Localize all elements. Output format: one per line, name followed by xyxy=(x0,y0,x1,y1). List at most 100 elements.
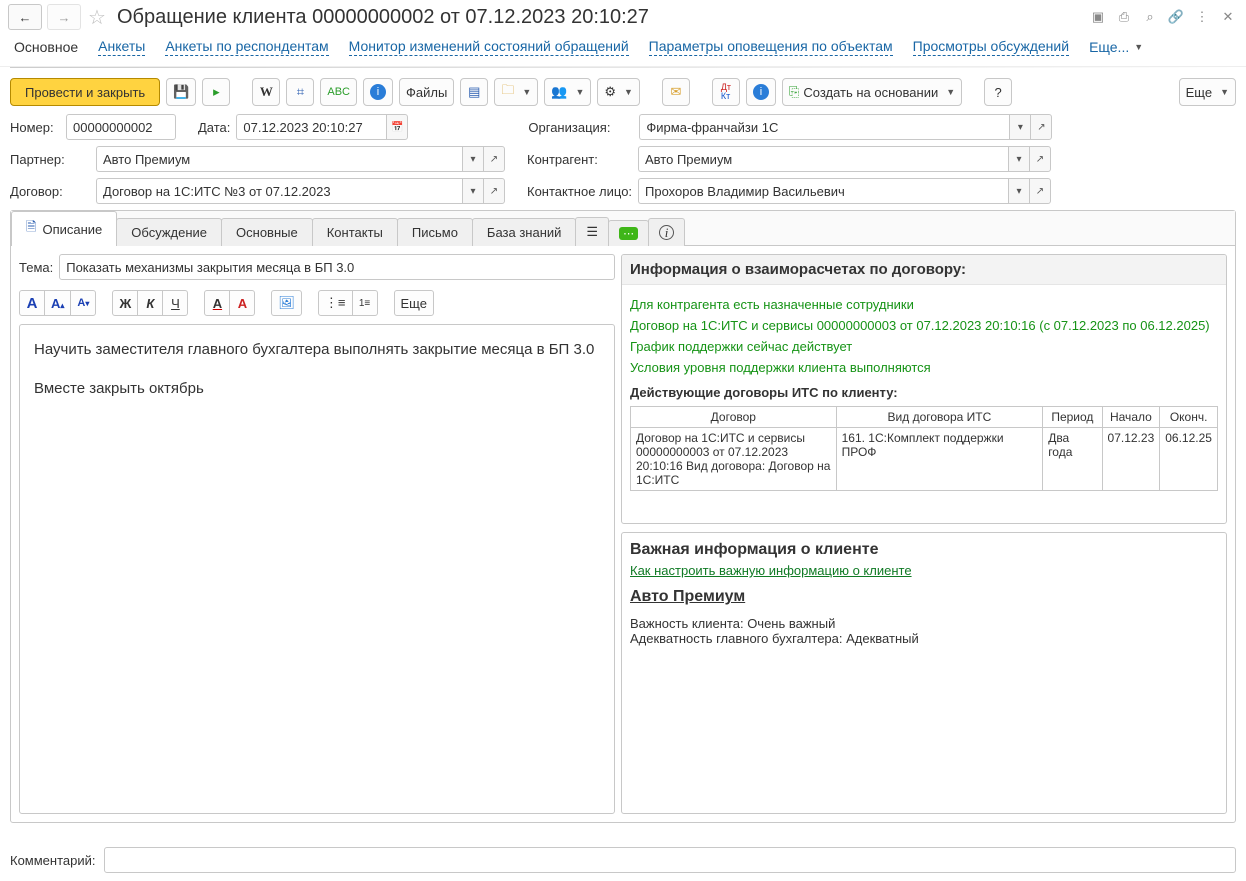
post-button[interactable]: ▸ xyxy=(202,78,230,106)
command-toolbar: Провести и закрыть 💾 ▸ W ⌗ ABC i Файлы ▤… xyxy=(0,74,1246,114)
save-button[interactable]: 💾 xyxy=(166,78,196,106)
chevron-down-icon[interactable]: ▾ xyxy=(462,178,484,204)
client-name[interactable]: Авто Премиум xyxy=(630,588,1218,606)
mail-button[interactable]: ✉ xyxy=(662,78,690,106)
chat-bubble-icon: ⋯ xyxy=(619,227,638,240)
font-color-button[interactable]: А xyxy=(19,290,45,316)
nav-more-button[interactable]: Еще... xyxy=(1089,39,1143,55)
td-end: 06.12.25 xyxy=(1160,428,1218,491)
spellcheck-button[interactable]: ABC xyxy=(320,78,357,106)
nav-link-state-monitor[interactable]: Монитор изменений состояний обращений xyxy=(349,38,629,56)
partner-select[interactable]: Авто Премиум ▾↗ xyxy=(96,146,505,172)
kebab-menu-icon[interactable]: ⋮ xyxy=(1192,7,1212,27)
editor-more-button[interactable]: Еще xyxy=(394,290,434,316)
settlements-subtitle: Действующие договоры ИТС по клиенту: xyxy=(630,385,1218,400)
nav-link-surveys-respondents[interactable]: Анкеты по респондентам xyxy=(165,38,328,56)
font-smaller-button[interactable]: А▾ xyxy=(70,290,96,316)
wiki-button[interactable]: W xyxy=(252,78,280,106)
gear-dropdown-button[interactable]: ⚙ xyxy=(597,78,640,106)
letter-a-up-icon: А▴ xyxy=(51,296,64,311)
tab-knowledge-base[interactable]: База знаний xyxy=(472,218,577,246)
tab-list-icon[interactable]: ☰ xyxy=(575,217,609,246)
nav-link-discussion-views[interactable]: Просмотры обсуждений xyxy=(913,38,1069,56)
bold-button[interactable]: Ж xyxy=(112,290,138,316)
bulleted-list-button[interactable]: ⋮≡ xyxy=(318,290,353,316)
tab-info-icon[interactable]: i xyxy=(648,218,685,246)
post-icon: ▸ xyxy=(213,84,220,100)
comment-input[interactable] xyxy=(104,847,1237,873)
list-icon-button[interactable]: ▤ xyxy=(460,78,488,106)
arrow-right-icon: → xyxy=(58,10,71,25)
calendar-icon[interactable]: 📅 xyxy=(386,114,408,140)
toolbar-more-button[interactable]: Еще xyxy=(1179,78,1236,106)
open-icon[interactable]: ↗ xyxy=(483,178,505,204)
tab-main[interactable]: Основные xyxy=(221,218,313,246)
nav-main[interactable]: Основное xyxy=(14,39,78,55)
tab-letter[interactable]: Письмо xyxy=(397,218,473,246)
open-icon[interactable]: ↗ xyxy=(1029,178,1051,204)
tab-description[interactable]: 🗎Описание xyxy=(11,211,117,246)
chevron-down-icon[interactable]: ▾ xyxy=(1009,114,1031,140)
italic-button[interactable]: К xyxy=(137,290,163,316)
structure-button[interactable]: ⌗ xyxy=(286,78,314,106)
chevron-down-icon[interactable]: ▾ xyxy=(1008,178,1030,204)
create-based-on-button[interactable]: ⎘Создать на основании xyxy=(782,78,962,106)
open-icon[interactable]: ↗ xyxy=(483,146,505,172)
folder-dropdown-button[interactable]: 🗀 xyxy=(494,78,538,106)
tab-label: Описание xyxy=(42,222,102,237)
create-based-icon: ⎘ xyxy=(789,84,799,100)
window-title: Обращение клиента 00000000002 от 07.12.2… xyxy=(117,6,649,29)
description-column: Тема: Показать механизмы закрытия месяца… xyxy=(19,254,615,814)
org-select[interactable]: Фирма-франчайзи 1С ▾↗ xyxy=(639,114,1052,140)
underline-button[interactable]: Ч xyxy=(162,290,188,316)
help-button[interactable]: ? xyxy=(984,78,1012,106)
th-start: Начало xyxy=(1102,407,1160,428)
th-end: Оконч. xyxy=(1160,407,1218,428)
nav-back-button[interactable]: ← xyxy=(8,4,42,30)
info-blue-button[interactable]: i xyxy=(363,78,393,106)
main-tabs: 🗎Описание Обсуждение Основные Контакты П… xyxy=(10,210,1236,823)
chevron-down-icon[interactable]: ▾ xyxy=(462,146,484,172)
font-larger-button[interactable]: А▴ xyxy=(44,290,71,316)
insert-image-button[interactable]: 🖼 xyxy=(271,290,302,316)
dtkt-button[interactable]: ДтКт xyxy=(712,78,740,106)
close-icon[interactable]: ✕ xyxy=(1218,7,1238,27)
save-icon[interactable]: ▣ xyxy=(1088,7,1108,27)
info-blue-button-2[interactable]: i xyxy=(746,78,776,106)
date-input[interactable]: 07.12.2023 20:10:27 📅 xyxy=(236,114,408,140)
search-page-icon[interactable]: ⌕ xyxy=(1140,7,1160,27)
question-icon: ? xyxy=(995,85,1002,100)
nav-link-surveys[interactable]: Анкеты xyxy=(98,38,145,56)
settlements-title: Информация о взаиморасчетах по договору: xyxy=(622,255,1226,285)
topic-input[interactable]: Показать механизмы закрытия месяца в БП … xyxy=(59,254,615,280)
info-column: Информация о взаиморасчетах по договору:… xyxy=(621,254,1227,814)
post-and-close-button[interactable]: Провести и закрыть xyxy=(10,78,160,106)
tab-contacts[interactable]: Контакты xyxy=(312,218,398,246)
numbered-list-button[interactable]: 1≡ xyxy=(352,290,378,316)
text-color-button[interactable]: А xyxy=(204,290,230,316)
open-icon[interactable]: ↗ xyxy=(1029,146,1051,172)
divider xyxy=(10,67,1236,68)
table-row[interactable]: Договор на 1С:ИТС и сервисы 00000000003 … xyxy=(631,428,1218,491)
link-icon[interactable]: 🔗 xyxy=(1166,7,1186,27)
contact-select[interactable]: Прохоров Владимир Васильевич ▾↗ xyxy=(638,178,1051,204)
client-info-config-link[interactable]: Как настроить важную информацию о клиент… xyxy=(630,563,912,578)
nav-link-notify-params[interactable]: Параметры оповещения по объектам xyxy=(649,38,893,56)
contract-select[interactable]: Договор на 1С:ИТС №3 от 07.12.2023 ▾↗ xyxy=(96,178,505,204)
open-icon[interactable]: ↗ xyxy=(1030,114,1052,140)
highlight-button[interactable]: А xyxy=(229,290,255,316)
star-icon[interactable]: ☆ xyxy=(87,7,107,27)
tab-chat-icon[interactable]: ⋯ xyxy=(608,220,649,246)
number-input[interactable]: 00000000002 xyxy=(66,114,176,140)
text-color-icon: А xyxy=(213,296,222,311)
files-button[interactable]: Файлы xyxy=(399,78,454,106)
editor-content[interactable]: Научить заместителя главного бухгалтера … xyxy=(19,324,615,814)
users-dropdown-button[interactable]: 👥 xyxy=(544,78,591,106)
nav-forward-button[interactable]: → xyxy=(47,4,81,30)
contact-value: Прохоров Владимир Васильевич xyxy=(638,178,1008,204)
counterparty-select[interactable]: Авто Премиум ▾↗ xyxy=(638,146,1051,172)
print-icon[interactable]: ⎙ xyxy=(1114,7,1134,27)
client-info-line-1: Важность клиента: Очень важный xyxy=(630,616,1218,631)
chevron-down-icon[interactable]: ▾ xyxy=(1008,146,1030,172)
tab-discussion[interactable]: Обсуждение xyxy=(116,218,222,246)
